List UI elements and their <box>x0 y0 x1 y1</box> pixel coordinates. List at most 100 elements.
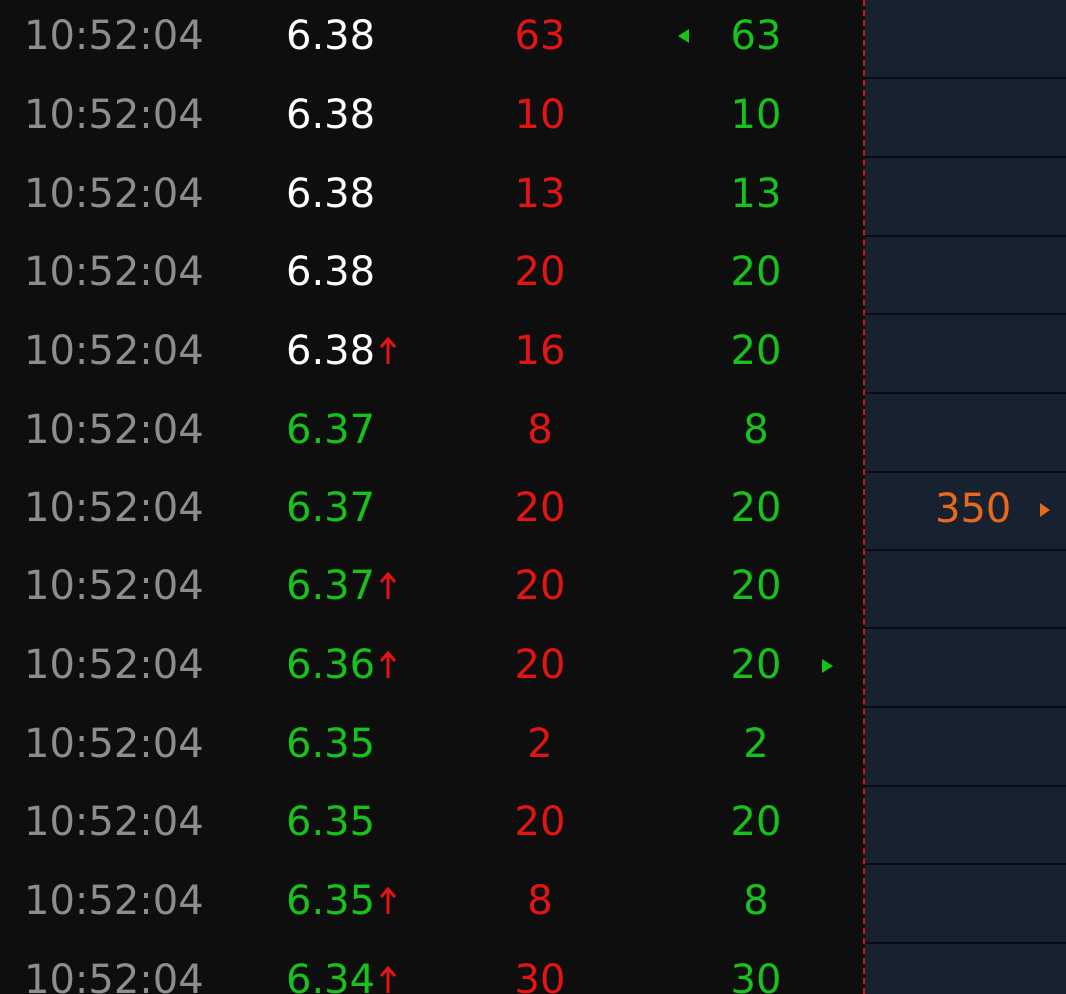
tick-time: 10:52:04 <box>24 171 204 217</box>
tick-price: 6.38 <box>286 158 375 237</box>
tick-price: 6.37 <box>286 472 375 551</box>
tick-volume: 63 <box>514 13 566 59</box>
tick-time: 10:52:04 <box>24 799 204 845</box>
side-row <box>865 550 1066 629</box>
side-row <box>865 158 1066 237</box>
tick-row[interactable]: 10:52:04 6.35 8 8 <box>0 865 864 944</box>
tick-volume: 20 <box>514 799 566 845</box>
side-row <box>865 865 1066 944</box>
tick-price: 6.37 <box>286 394 375 473</box>
side-row <box>865 944 1066 994</box>
tick-price: 6.36 <box>286 629 397 708</box>
side-row <box>865 708 1066 787</box>
tick-price: 6.38 <box>286 79 375 158</box>
tick-price-value: 6.36 <box>286 642 376 688</box>
tick-volume: 13 <box>514 171 566 217</box>
tick-price-value: 6.35 <box>286 878 376 924</box>
tick-row[interactable]: 10:52:04 6.38 20 20 <box>0 236 864 315</box>
tick-screen: 10:52:04 6.38 63 63 10:52:04 6.38 10 10 … <box>0 0 1066 994</box>
tick-time: 10:52:04 <box>24 92 204 138</box>
tick-price-value: 6.37 <box>286 485 376 531</box>
tick-price-value: 6.35 <box>286 799 376 845</box>
tick-price-value: 6.34 <box>286 957 376 994</box>
side-row <box>865 0 1066 79</box>
tick-volume: 30 <box>514 957 566 994</box>
arrow-up-icon <box>379 336 397 364</box>
tick-volume: 20 <box>514 485 566 531</box>
tick-volume: 16 <box>514 328 566 374</box>
tick-volume: 20 <box>514 249 566 295</box>
tick-price: 6.35 <box>286 708 375 787</box>
tick-price: 6.34 <box>286 944 397 994</box>
tick-row[interactable]: 10:52:04 6.37 8 8 <box>0 394 864 473</box>
tick-volume-secondary: 63 <box>730 13 782 59</box>
tick-price-value: 6.38 <box>286 92 376 138</box>
tick-volume: 10 <box>514 92 566 138</box>
tick-row[interactable]: 10:52:04 6.38 16 20 <box>0 315 864 673</box>
tick-time: 10:52:04 <box>24 328 204 374</box>
tick-time: 10:52:04 <box>24 485 204 531</box>
tick-volume: 8 <box>527 407 553 453</box>
side-row <box>865 236 1066 315</box>
tick-price-value: 6.35 <box>286 721 376 767</box>
tick-volume-secondary: 20 <box>730 563 782 609</box>
tick-price: 6.38 <box>286 0 375 79</box>
tick-volume: 8 <box>527 878 553 924</box>
tick-price: 6.38 <box>286 315 397 394</box>
tick-volume-secondary: 2 <box>743 721 769 767</box>
tick-price: 6.35 <box>286 786 375 865</box>
tick-volume: 20 <box>514 563 566 609</box>
tick-time: 10:52:04 <box>24 249 204 295</box>
tick-price: 6.38 <box>286 236 375 315</box>
tick-row[interactable]: 10:52:04 6.34 30 30 <box>0 944 864 994</box>
tick-volume: 20 <box>514 642 566 688</box>
tick-row[interactable]: 10:52:04 6.36 20 20 <box>0 629 864 708</box>
tick-row[interactable]: 10:52:04 6.38 63 63 <box>0 0 864 79</box>
side-row <box>865 394 1066 473</box>
side-highlight-value[interactable]: 350 <box>935 470 1011 549</box>
tick-time: 10:52:04 <box>24 563 204 609</box>
tick-time: 10:52:04 <box>24 407 204 453</box>
arrow-up-icon <box>379 650 397 678</box>
tick-volume-secondary: 8 <box>743 878 769 924</box>
tick-volume-secondary: 20 <box>730 328 782 374</box>
arrow-up-icon <box>379 571 397 599</box>
tick-price: 6.35 <box>286 865 397 944</box>
triangle-right-icon[interactable] <box>1040 503 1050 517</box>
tick-volume-secondary: 20 <box>730 249 782 295</box>
tick-list[interactable]: 10:52:04 6.38 63 63 10:52:04 6.38 10 10 … <box>0 0 864 994</box>
tick-row[interactable]: 10:52:04 6.35 2 2 <box>0 708 864 787</box>
tick-time: 10:52:04 <box>24 878 204 924</box>
tick-price-value: 6.38 <box>286 13 376 59</box>
tick-volume-secondary: 20 <box>730 642 782 688</box>
tick-row[interactable]: 10:52:04 6.38 10 10 <box>0 79 864 158</box>
tick-volume: 2 <box>527 721 553 767</box>
tick-volume-secondary: 20 <box>730 485 782 531</box>
tick-volume-secondary: 10 <box>730 92 782 138</box>
tick-volume-secondary: 30 <box>730 957 782 994</box>
tick-volume-secondary: 20 <box>730 799 782 845</box>
tick-row[interactable]: 10:52:04 6.37 20 20 <box>0 472 864 551</box>
side-row <box>865 629 1066 708</box>
side-row <box>865 315 1066 394</box>
tick-time: 10:52:04 <box>24 957 204 994</box>
tick-price-value: 6.37 <box>286 563 376 609</box>
arrow-up-icon <box>379 886 397 914</box>
side-row <box>865 786 1066 865</box>
side-row <box>865 79 1066 158</box>
arrow-up-icon <box>379 965 397 993</box>
tick-row[interactable]: 10:52:04 6.35 20 20 <box>0 786 864 865</box>
tick-price-value: 6.37 <box>286 407 376 453</box>
tick-row[interactable]: 10:52:04 6.38 13 13 <box>0 158 864 237</box>
tick-volume-secondary: 8 <box>743 407 769 453</box>
tick-row[interactable]: 10:52:04 6.37 20 20 <box>0 550 864 629</box>
tick-price-value: 6.38 <box>286 171 376 217</box>
tick-time: 10:52:04 <box>24 721 204 767</box>
tick-time: 10:52:04 <box>24 13 204 59</box>
tick-volume-secondary: 13 <box>730 171 782 217</box>
triangle-left-icon <box>678 29 689 43</box>
tick-price: 6.37 <box>286 550 397 629</box>
tick-time: 10:52:04 <box>24 642 204 688</box>
tick-price-value: 6.38 <box>286 249 376 295</box>
tick-price-value: 6.38 <box>286 328 376 374</box>
